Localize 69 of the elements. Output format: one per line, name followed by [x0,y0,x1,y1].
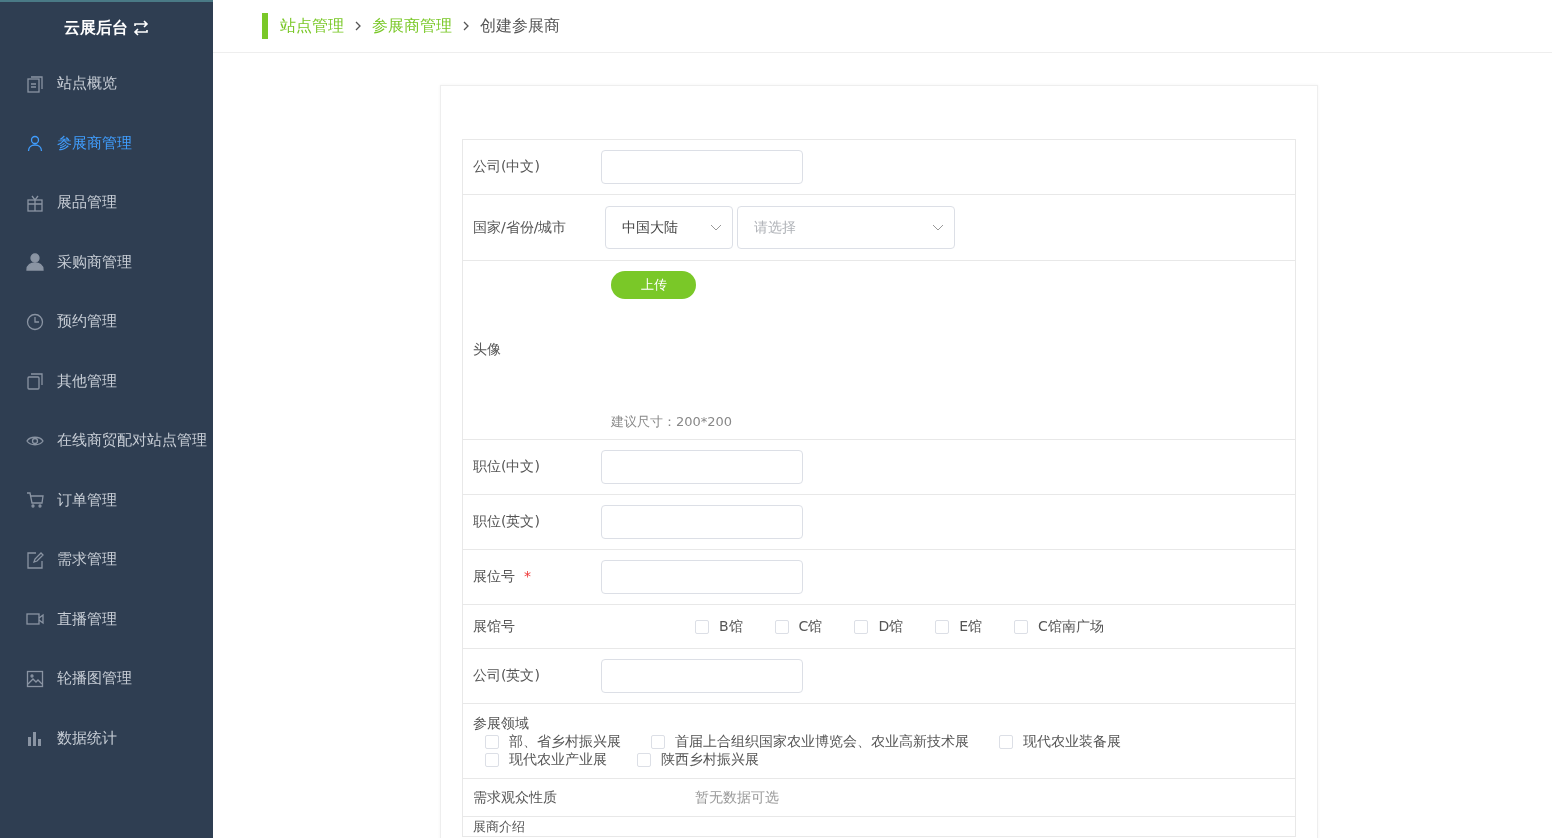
sidebar-item[interactable]: 需求管理 [0,530,213,590]
checkbox-label: E馆 [959,617,983,636]
sidebar-item[interactable]: 直播管理 [0,589,213,649]
dropdown[interactable]: 中国大陆 [605,206,733,249]
field-label: 职位(英文) [473,513,541,531]
field-label: 头像 [473,341,502,359]
user-icon [26,253,44,272]
field-label: 展馆号 [473,617,516,636]
input-field[interactable] [601,505,803,539]
image-icon [26,669,44,688]
checkbox[interactable] [651,735,665,749]
sidebar-item[interactable]: 展品管理 [0,173,213,233]
edit-icon [26,550,44,569]
chevron-icon [462,21,470,31]
chevron-down-icon [932,223,944,232]
checkbox[interactable] [1014,619,1029,634]
sidebar-item[interactable]: 在线商贸配对站点管理 [0,411,213,471]
clock-icon [26,312,44,331]
cart-icon [26,491,44,510]
size-hint: 建议尺寸：200*200 [611,413,733,431]
checkbox-label: C馆南广场 [1038,617,1104,636]
checkbox-label: 现代农业产业展 [509,751,607,769]
gift-icon [26,193,44,212]
app-title: 云展后台 [63,17,128,39]
document-icon [26,74,44,93]
sidebar-item[interactable]: 站点概览 [0,54,213,114]
chevron-icon [354,21,362,31]
field-label: 职位(中文) [473,458,541,476]
bar-chart-icon [26,729,44,748]
sidebar-item[interactable]: 采购商管理 [0,232,213,292]
checkbox[interactable] [999,735,1013,749]
checkbox-label: C馆 [798,617,823,636]
sidebar-item[interactable]: 轮播图管理 [0,649,213,709]
checkbox[interactable] [935,619,950,634]
checkbox[interactable] [637,753,651,767]
field-label: 展商介绍 [473,818,526,836]
checkbox-label: 部、省乡村振兴展 [509,733,621,751]
sidebar-item[interactable]: 其他管理 [0,351,213,411]
field-label: 展位号 * [473,568,532,586]
copy-icon [26,372,44,391]
checkbox-label: 陕西乡村振兴展 [661,751,759,769]
user-icon [26,134,44,153]
checkbox-label: D馆 [878,617,904,636]
input-field[interactable] [601,659,803,693]
checkbox[interactable] [485,735,499,749]
checkbox-label: 现代农业装备展 [1023,733,1121,751]
checkbox[interactable] [854,619,869,634]
input-field[interactable] [601,560,803,594]
field-label: 需求观众性质 [473,788,558,807]
swap-icon[interactable] [131,20,150,36]
field-label: 公司(英文) [473,667,541,685]
sidebar-item[interactable]: 参展商管理 [0,113,213,173]
checkbox[interactable] [695,619,709,634]
chevron-down-icon [710,223,722,232]
checkbox[interactable] [774,619,789,634]
accent-bar [262,13,268,39]
input-field[interactable] [601,150,803,184]
checkbox-label: B馆 [719,617,743,636]
checkbox[interactable] [485,753,499,767]
empty-message: 暂无数据可选 [695,788,779,807]
checkbox-label: 首届上合组织国家农业博览会、农业高新技术展 [675,733,969,751]
input-field[interactable] [601,450,803,484]
breadcrumb-current: 创建参展商 [480,15,560,37]
sidebar-item[interactable]: 预约管理 [0,292,213,352]
field-label: 参展领域 [473,715,530,733]
sidebar-item[interactable]: 数据统计 [0,708,213,768]
sidebar-item[interactable]: 订单管理 [0,470,213,530]
field-label: 国家/省份/城市 [473,218,568,237]
field-label: 公司(中文) [473,158,541,176]
